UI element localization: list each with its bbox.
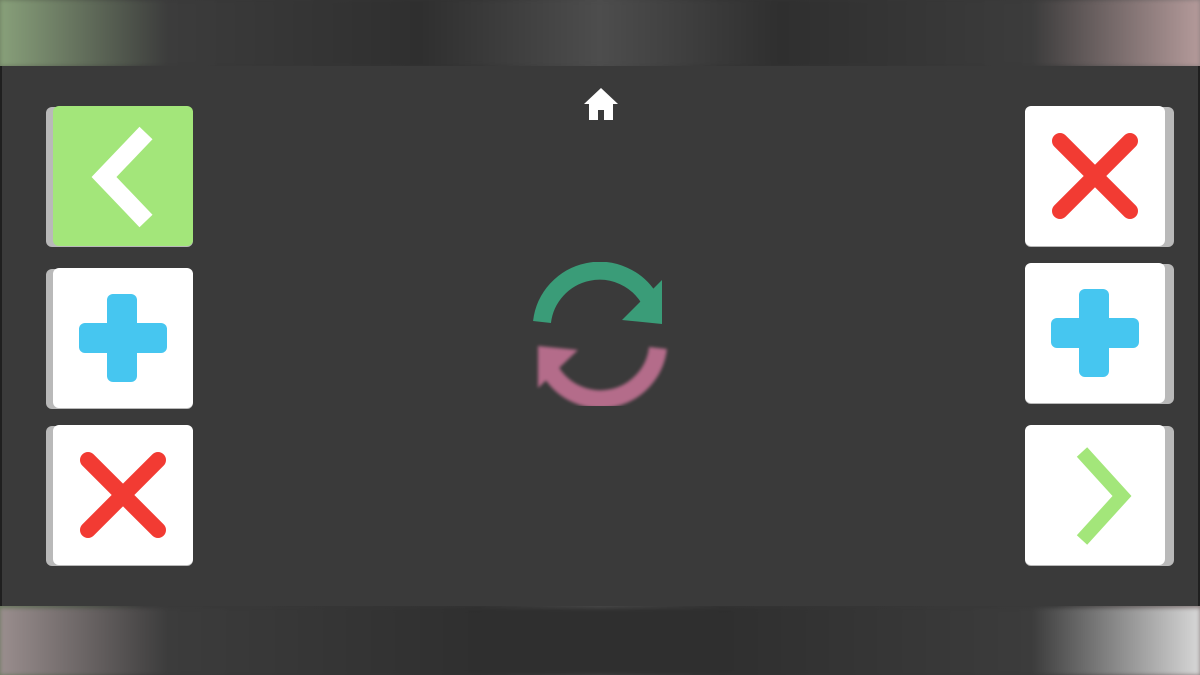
chevron-right-icon (1076, 447, 1132, 545)
close-icon (1052, 133, 1138, 219)
plus-icon (1051, 289, 1139, 377)
refresh-button[interactable] (530, 261, 670, 409)
next-tile-button[interactable] (1025, 425, 1174, 566)
top-blur-bar (0, 0, 1200, 66)
refresh-icon (533, 261, 667, 409)
add-tile-right-button[interactable] (1025, 263, 1174, 404)
home-button[interactable] (582, 86, 620, 122)
close-tile-left-button[interactable] (46, 425, 193, 566)
close-tile-right-button[interactable] (1025, 106, 1174, 247)
add-tile-left-button[interactable] (46, 268, 193, 409)
bottom-blur-bar (0, 608, 1200, 675)
tile-face-selected (53, 106, 193, 246)
home-icon (584, 88, 618, 120)
app-frame (0, 0, 1200, 675)
chevron-left-icon (91, 126, 153, 228)
plus-icon (79, 294, 167, 382)
back-tile-button[interactable] (46, 106, 193, 247)
close-icon (80, 452, 166, 538)
